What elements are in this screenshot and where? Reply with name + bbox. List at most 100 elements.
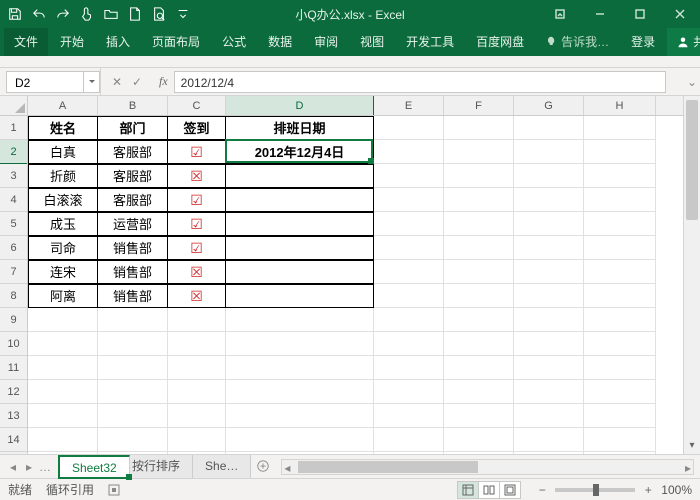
row-header[interactable]: 3 (0, 164, 27, 188)
row-header[interactable]: 12 (0, 380, 27, 404)
cell[interactable] (584, 284, 656, 308)
cell[interactable] (168, 308, 226, 332)
macro-record-icon[interactable] (108, 484, 120, 496)
name-box[interactable]: D2 (6, 71, 84, 93)
maximize-icon[interactable] (620, 0, 660, 28)
cell[interactable]: 签到 (168, 116, 226, 140)
cell[interactable]: 白真 (28, 140, 98, 164)
cell[interactable] (226, 164, 374, 188)
cell[interactable] (444, 404, 514, 428)
cell[interactable] (168, 332, 226, 356)
cell[interactable] (514, 452, 584, 454)
cell[interactable] (444, 284, 514, 308)
cell[interactable] (374, 428, 444, 452)
cell[interactable]: 销售部 (98, 236, 168, 260)
normal-view-icon[interactable] (457, 481, 479, 499)
cell[interactable] (98, 308, 168, 332)
save-icon[interactable] (4, 3, 26, 25)
row-header[interactable]: 10 (0, 332, 27, 356)
select-all-corner[interactable] (0, 96, 27, 116)
formula-input[interactable]: 2012/12/4 (174, 71, 666, 93)
cell[interactable] (584, 332, 656, 356)
cell[interactable] (444, 452, 514, 454)
cell[interactable] (514, 404, 584, 428)
cell[interactable] (514, 188, 584, 212)
fx-icon[interactable]: fx (153, 74, 174, 89)
cell[interactable] (226, 356, 374, 380)
cell[interactable] (168, 380, 226, 404)
cell[interactable]: 客服部 (98, 188, 168, 212)
cell[interactable] (28, 308, 98, 332)
cell[interactable] (444, 116, 514, 140)
cell[interactable]: 运营部 (98, 212, 168, 236)
tab-home[interactable]: 开始 (50, 28, 94, 56)
cell[interactable] (374, 404, 444, 428)
cell[interactable] (374, 236, 444, 260)
cell[interactable] (168, 452, 226, 454)
tab-data[interactable]: 数据 (258, 28, 302, 56)
cell[interactable]: 2012年12月4日 (226, 140, 374, 164)
cell[interactable]: 白滚滚 (28, 188, 98, 212)
row-header[interactable]: 4 (0, 188, 27, 212)
cell[interactable]: 成玉 (28, 212, 98, 236)
column-header[interactable]: G (514, 96, 584, 115)
column-header[interactable]: C (168, 96, 226, 115)
row-header[interactable]: 7 (0, 260, 27, 284)
qat-dropdown-icon[interactable] (172, 3, 194, 25)
row-header[interactable]: 13 (0, 404, 27, 428)
cell[interactable] (226, 260, 374, 284)
cell[interactable]: ☑ (168, 188, 226, 212)
enter-icon[interactable]: ✓ (129, 75, 145, 89)
undo-icon[interactable] (28, 3, 50, 25)
cell[interactable]: 姓名 (28, 116, 98, 140)
cell[interactable] (226, 284, 374, 308)
expand-formula-icon[interactable]: ⌄ (684, 75, 700, 89)
sheet-last-icon[interactable]: ▸ (22, 460, 36, 474)
cell[interactable] (226, 188, 374, 212)
cell[interactable] (444, 236, 514, 260)
tab-layout[interactable]: 页面布局 (142, 28, 210, 56)
cell[interactable] (28, 332, 98, 356)
scrollbar-thumb[interactable] (686, 100, 698, 220)
cell[interactable]: 排班日期 (226, 116, 374, 140)
cell[interactable] (374, 164, 444, 188)
zoom-level[interactable]: 100% (661, 483, 692, 497)
cell[interactable] (584, 236, 656, 260)
cell[interactable] (374, 332, 444, 356)
row-header[interactable]: 6 (0, 236, 27, 260)
tab-baidu[interactable]: 百度网盘 (466, 28, 534, 56)
hscroll-thumb[interactable] (298, 461, 478, 473)
cell[interactable] (444, 428, 514, 452)
ribbon-options-icon[interactable] (540, 0, 580, 28)
zoom-in-icon[interactable]: + (641, 483, 655, 497)
tab-insert[interactable]: 插入 (96, 28, 140, 56)
cell[interactable] (584, 428, 656, 452)
tab-file[interactable]: 文件 (4, 28, 48, 56)
cell[interactable] (98, 428, 168, 452)
cell[interactable] (514, 308, 584, 332)
row-header[interactable]: 15 (0, 452, 27, 454)
cell[interactable] (226, 236, 374, 260)
preview-icon[interactable] (148, 3, 170, 25)
cell[interactable] (444, 380, 514, 404)
cell[interactable] (444, 188, 514, 212)
cell[interactable] (514, 236, 584, 260)
cell[interactable] (514, 428, 584, 452)
cell[interactable] (514, 332, 584, 356)
cell[interactable]: ☑ (168, 236, 226, 260)
cell[interactable] (28, 404, 98, 428)
row-header[interactable]: 14 (0, 428, 27, 452)
column-header[interactable]: D (226, 96, 374, 115)
cell[interactable] (584, 140, 656, 164)
cell[interactable] (514, 260, 584, 284)
cell[interactable] (98, 380, 168, 404)
cell[interactable]: 客服部 (98, 164, 168, 188)
column-header[interactable]: B (98, 96, 168, 115)
tab-formulas[interactable]: 公式 (212, 28, 256, 56)
tab-view[interactable]: 视图 (350, 28, 394, 56)
cell[interactable] (28, 452, 98, 454)
new-icon[interactable] (124, 3, 146, 25)
cell[interactable] (226, 332, 374, 356)
vertical-scrollbar[interactable]: ▴ ▾ (683, 96, 700, 454)
cell[interactable]: ☒ (168, 260, 226, 284)
